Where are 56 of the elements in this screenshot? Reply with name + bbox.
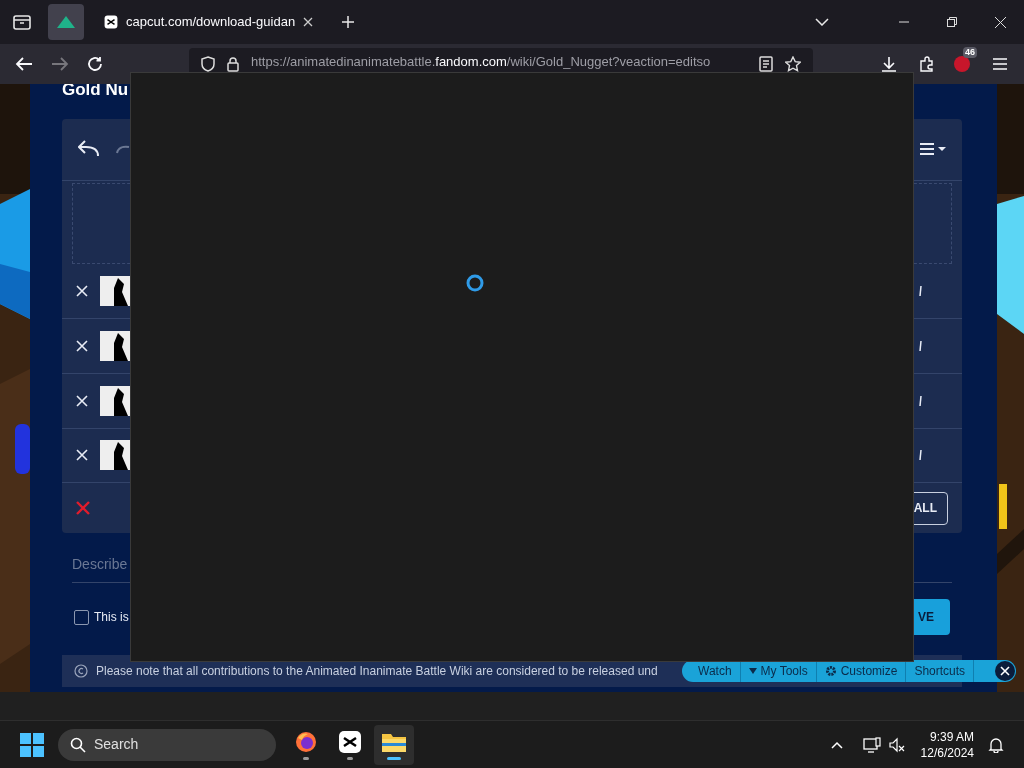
license-notice: Please note that all contributions to the Animated Inanimate Battle Wiki are considered to be released und (96, 663, 658, 680)
clock[interactable]: 9:39 AM 12/6/2024 (920, 728, 974, 761)
settings-icon (824, 665, 837, 677)
reload-icon[interactable] (87, 56, 103, 72)
windows-logo-icon[interactable] (20, 732, 44, 757)
network-icon[interactable] (862, 736, 881, 753)
muted-speaker-icon[interactable] (888, 736, 905, 753)
restore-icon[interactable] (947, 17, 957, 27)
firefox-icon (294, 729, 318, 754)
image-thumbnail (100, 385, 130, 416)
text-cursor-icon (919, 286, 922, 297)
tab-title: capcut.com/download-guidan (126, 13, 296, 32)
checkbox-label: This is (94, 609, 129, 626)
chevron-up-icon[interactable] (830, 740, 843, 749)
checkbox[interactable] (74, 609, 89, 625)
download-icon[interactable] (881, 56, 897, 72)
reader-view-icon[interactable] (759, 56, 773, 72)
text-cursor-icon (919, 450, 922, 461)
image-thumbnail (100, 276, 130, 307)
caret-icon (748, 668, 757, 674)
chevron-down-icon[interactable] (815, 18, 829, 26)
close-icon[interactable] (995, 661, 1015, 681)
image-thumbnail (100, 440, 130, 471)
bell-icon[interactable] (988, 736, 1004, 753)
pinned-tab[interactable] (48, 4, 84, 40)
search-icon (70, 736, 86, 753)
copyright-icon (74, 664, 88, 678)
extension-badge: 46 (963, 47, 977, 58)
capcut-icon (104, 15, 118, 29)
menu-icon[interactable] (993, 58, 1007, 70)
undo-icon[interactable] (78, 140, 100, 159)
url-text: https://animatedinanimatebattle.fandom.com/wiki/Gold_Nugget?veaction=editso (251, 53, 711, 69)
mountain-icon (57, 16, 75, 28)
shield-icon[interactable] (201, 56, 215, 72)
search-placeholder: Search (94, 735, 139, 754)
taskbar-app[interactable] (374, 724, 414, 765)
text-cursor-icon (919, 340, 922, 351)
puzzle-icon[interactable] (919, 56, 935, 72)
list-menu-icon[interactable] (920, 143, 946, 156)
capcut-icon (338, 729, 362, 754)
extension-icon[interactable] (953, 55, 971, 73)
star-icon[interactable] (785, 56, 801, 72)
close-icon[interactable] (995, 16, 1006, 28)
clock-date: 12/6/2024 (920, 744, 974, 761)
clock-time: 9:39 AM (929, 728, 974, 745)
redo-icon[interactable] (116, 144, 130, 155)
search-field[interactable]: Search (58, 728, 276, 761)
image-thumbnail (100, 330, 130, 361)
browser-tab[interactable]: capcut.com/download-guidan (96, 4, 322, 40)
back-arrow-icon[interactable] (15, 56, 33, 72)
lock-icon[interactable] (227, 56, 239, 72)
close-icon[interactable] (303, 17, 314, 27)
tab-list-icon[interactable] (12, 13, 32, 31)
new-tab-icon[interactable] (341, 15, 356, 29)
text-cursor-icon (919, 395, 922, 406)
forward-arrow-icon[interactable] (51, 56, 69, 72)
